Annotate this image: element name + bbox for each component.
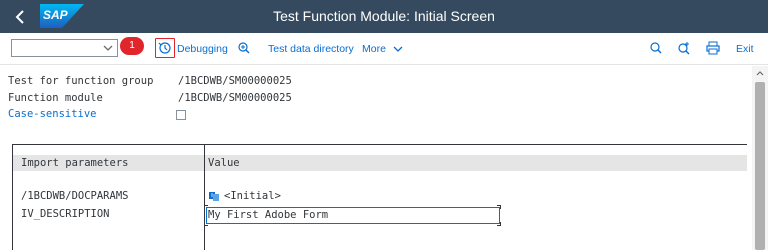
print-icon[interactable]	[706, 41, 720, 55]
back-icon	[15, 9, 24, 24]
exit-button[interactable]: Exit	[736, 33, 754, 65]
input-corner	[497, 222, 501, 226]
search-icon[interactable]	[649, 41, 663, 55]
input-corner	[497, 205, 501, 209]
shell-bar: SAP Test Function Module: Initial Screen	[0, 0, 768, 33]
more-label: More	[362, 43, 386, 55]
column-header-value: Value	[208, 157, 240, 169]
search-next-icon[interactable]	[677, 41, 691, 55]
more-button[interactable]: More	[362, 33, 403, 65]
case-sensitive-label: Case-sensitive	[8, 108, 97, 120]
main-content: Test for function group /1BCDWB/SM000000…	[0, 66, 752, 250]
column-divider	[204, 145, 205, 250]
sap-logo-text: SAP	[43, 8, 68, 22]
table-row-param: /1BCDWB/DOCPARAMS	[21, 190, 129, 202]
parameters-table: Import parameters Value /1BCDWB/DOCPARAM…	[12, 144, 747, 250]
back-button[interactable]	[0, 0, 40, 33]
function-group-value: /1BCDWB/SM00000025	[178, 75, 292, 87]
table-row-value[interactable]: <Initial>	[224, 190, 281, 202]
case-sensitive-checkbox[interactable]	[176, 110, 186, 120]
initial-value-icon[interactable]	[208, 190, 220, 202]
sap-logo[interactable]: SAP	[40, 4, 84, 28]
column-header-import-parameters: Import parameters	[21, 157, 129, 169]
table-header: Import parameters Value	[13, 155, 747, 171]
toolbar: 1 Debugging Test data directory More Exi…	[0, 33, 768, 65]
scroll-thumb[interactable]	[755, 82, 765, 250]
function-group-label: Test for function group	[8, 75, 154, 87]
page-title: Test Function Module: Initial Screen	[273, 8, 495, 24]
vertical-scrollbar[interactable]	[752, 66, 768, 250]
function-module-label: Function module	[8, 92, 103, 104]
input-corner	[204, 222, 208, 226]
step-badge: 1	[120, 37, 144, 55]
zoom-icon[interactable]	[237, 41, 251, 55]
description-input[interactable]: My First Adobe Form	[206, 207, 500, 224]
debugging-icon[interactable]	[158, 41, 172, 55]
chevron-down-icon	[393, 46, 403, 53]
debugging-button[interactable]: Debugging	[177, 33, 228, 65]
input-corner	[204, 205, 208, 209]
test-data-directory-button[interactable]: Test data directory	[268, 33, 354, 65]
table-row-param: IV_DESCRIPTION	[21, 208, 110, 220]
chevron-down-icon[interactable]	[102, 41, 114, 55]
scroll-up-icon[interactable]	[756, 70, 764, 76]
command-select[interactable]	[11, 39, 118, 57]
function-module-value: /1BCDWB/SM00000025	[178, 92, 292, 104]
